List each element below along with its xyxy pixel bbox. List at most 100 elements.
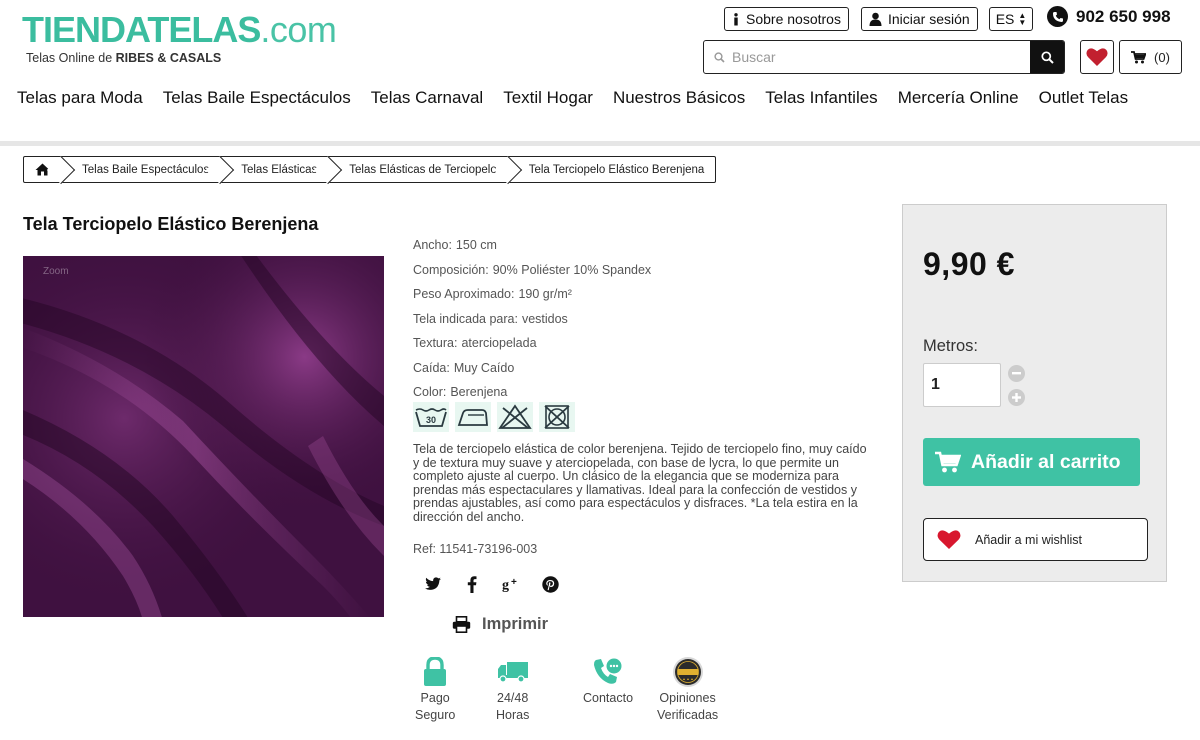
nav-item-telas-infantiles[interactable]: Telas Infantiles	[765, 88, 877, 108]
info-icon	[732, 12, 740, 26]
heart-icon	[937, 530, 961, 549]
quantity-label: Metros:	[923, 337, 979, 355]
increase-quantity-button[interactable]	[1008, 389, 1025, 406]
svg-text:+: +	[511, 577, 517, 588]
spec-ancho: Ancho: 150 cm	[413, 236, 651, 261]
cart-icon	[1131, 50, 1147, 63]
search-field-icon	[704, 51, 728, 63]
product-title: Tela Terciopelo Elástico Berenjena	[23, 214, 319, 234]
spec-textura: Textura: aterciopelada	[413, 334, 651, 359]
badge-label: 24/48 Horas	[496, 691, 530, 722]
spec-value: vestidos	[521, 311, 568, 326]
verified-reviews-seal	[672, 656, 704, 688]
pinterest-icon[interactable]	[540, 574, 560, 594]
wishlist-label: Añadir a mi wishlist	[975, 532, 1082, 547]
wash-30-icon: 30	[413, 402, 449, 432]
nav-item-textil-hogar[interactable]: Textil Hogar	[503, 88, 593, 108]
zoom-label: Zoom	[43, 266, 69, 277]
nav-item-merceria-online[interactable]: Mercería Online	[898, 88, 1019, 108]
cart-icon	[935, 451, 961, 473]
spec-label: Color:	[413, 385, 447, 399]
breadcrumb-home[interactable]	[24, 157, 64, 182]
breadcrumb-item[interactable]: Telas Baile Espectáculos	[64, 157, 223, 182]
logo-wordmark: TIENDATELAS	[22, 9, 261, 50]
product-reference: Ref: 11541-73196-003	[413, 542, 538, 556]
select-arrows-icon: ▲ ▼	[1018, 11, 1027, 27]
search-bar	[703, 40, 1065, 74]
add-to-cart-button[interactable]: Añadir al carrito	[923, 438, 1140, 486]
spec-uso: Tela indicada para: vestidos	[413, 310, 651, 335]
velvet-fabric-image	[23, 256, 384, 617]
no-tumble-dry-icon	[539, 402, 575, 432]
wishlist-header-button[interactable]	[1080, 40, 1114, 74]
spec-value: 90% Poliéster 10% Spandex	[492, 262, 652, 277]
spec-value: Berenjena	[450, 385, 508, 399]
header-divider	[0, 141, 1200, 146]
search-input[interactable]	[728, 41, 1030, 73]
spec-peso: Peso Aproximado: 190 gr/m²	[413, 285, 651, 310]
spec-value: Muy Caído	[453, 360, 515, 375]
spec-label: Composición:	[413, 262, 489, 277]
nav-item-outlet-telas[interactable]: Outlet Telas	[1039, 88, 1128, 108]
truck-icon	[497, 656, 529, 688]
spec-label: Tela indicada para:	[413, 311, 518, 326]
facebook-icon[interactable]	[462, 574, 482, 594]
badge-contact[interactable]: Contacto	[583, 656, 633, 707]
breadcrumb-item[interactable]: Telas Elásticas	[223, 157, 331, 182]
add-to-wishlist-button[interactable]: Añadir a mi wishlist	[923, 518, 1148, 561]
badge-label: Opiniones	[659, 691, 716, 705]
nav-item-telas-carnaval[interactable]: Telas Carnaval	[371, 88, 483, 108]
phone-chat-icon	[593, 656, 623, 688]
spec-value: aterciopelada	[461, 336, 537, 350]
login-label: Iniciar sesión	[888, 11, 970, 27]
about-us-label: Sobre nosotros	[746, 11, 841, 27]
cart-count: (0)	[1154, 49, 1170, 65]
product-image[interactable]: Zoom	[23, 256, 384, 617]
product-price: 9,90 €	[923, 246, 1015, 282]
phone-icon	[1047, 6, 1068, 27]
nav-item-telas-baile-espectaculos[interactable]: Telas Baile Espectáculos	[163, 88, 351, 108]
cart-header-button[interactable]: (0)	[1119, 40, 1182, 74]
product-specs: Ancho: 150 cm Composición: 90% Poliéster 1…	[413, 236, 651, 408]
svg-text:g: g	[502, 578, 509, 593]
search-button[interactable]	[1030, 41, 1064, 73]
plus-icon	[1012, 393, 1021, 402]
lock-icon	[423, 656, 447, 688]
logo-domain: .com	[260, 9, 337, 50]
main-nav: Telas para Moda Telas Baile Espectáculos…	[0, 88, 1200, 108]
about-us-button[interactable]: Sobre nosotros	[724, 7, 849, 31]
language-select[interactable]: ES ▲ ▼	[989, 7, 1033, 31]
badge-label: Pago Seguro	[415, 691, 456, 722]
badge-verified-reviews[interactable]: Opiniones Verificadas	[657, 656, 718, 724]
site-logo[interactable]: TIENDATELAS.com Telas Online de RIBES & …	[22, 9, 337, 66]
spec-caida: Caída: Muy Caído	[413, 359, 651, 384]
quantity-input[interactable]: 1	[923, 363, 1001, 407]
login-button[interactable]: Iniciar sesión	[861, 7, 978, 31]
google-plus-icon[interactable]: g +	[501, 574, 521, 594]
heart-icon	[1086, 48, 1108, 66]
home-icon	[35, 163, 50, 176]
phone-contact[interactable]: 902 650 998	[1047, 6, 1171, 27]
spec-value: 190 gr/m²	[518, 287, 572, 301]
user-icon	[869, 12, 882, 26]
purchase-box: 9,90 € Metros: 1 Añadir al carrito Añadi…	[902, 204, 1167, 582]
nav-item-nuestros-basicos[interactable]: Nuestros Básicos	[613, 88, 745, 108]
minus-icon	[1012, 372, 1021, 375]
print-button[interactable]: Imprimir	[452, 615, 548, 634]
badge-delivery: 24/48 Horas	[496, 656, 529, 724]
spec-composicion: Composición: 90% Poliéster 10% Spandex	[413, 261, 651, 286]
print-label: Imprimir	[482, 615, 549, 633]
wash-temperature: 30	[426, 415, 436, 425]
twitter-icon[interactable]	[423, 574, 443, 594]
badge-label: Verificadas	[657, 708, 719, 722]
logo-tagline-brand: RIBES & CASALS	[115, 51, 222, 65]
spec-label: Ancho:	[413, 238, 452, 252]
breadcrumb-item[interactable]: Telas Elásticas de Terciopelo	[331, 157, 510, 182]
no-bleach-icon	[497, 402, 533, 432]
language-value: ES	[995, 11, 1015, 27]
printer-icon	[452, 616, 471, 633]
badge-label: Contacto	[583, 691, 634, 705]
spec-label: Textura:	[413, 336, 458, 350]
nav-item-telas-para-moda[interactable]: Telas para Moda	[17, 88, 143, 108]
decrease-quantity-button[interactable]	[1008, 365, 1025, 382]
